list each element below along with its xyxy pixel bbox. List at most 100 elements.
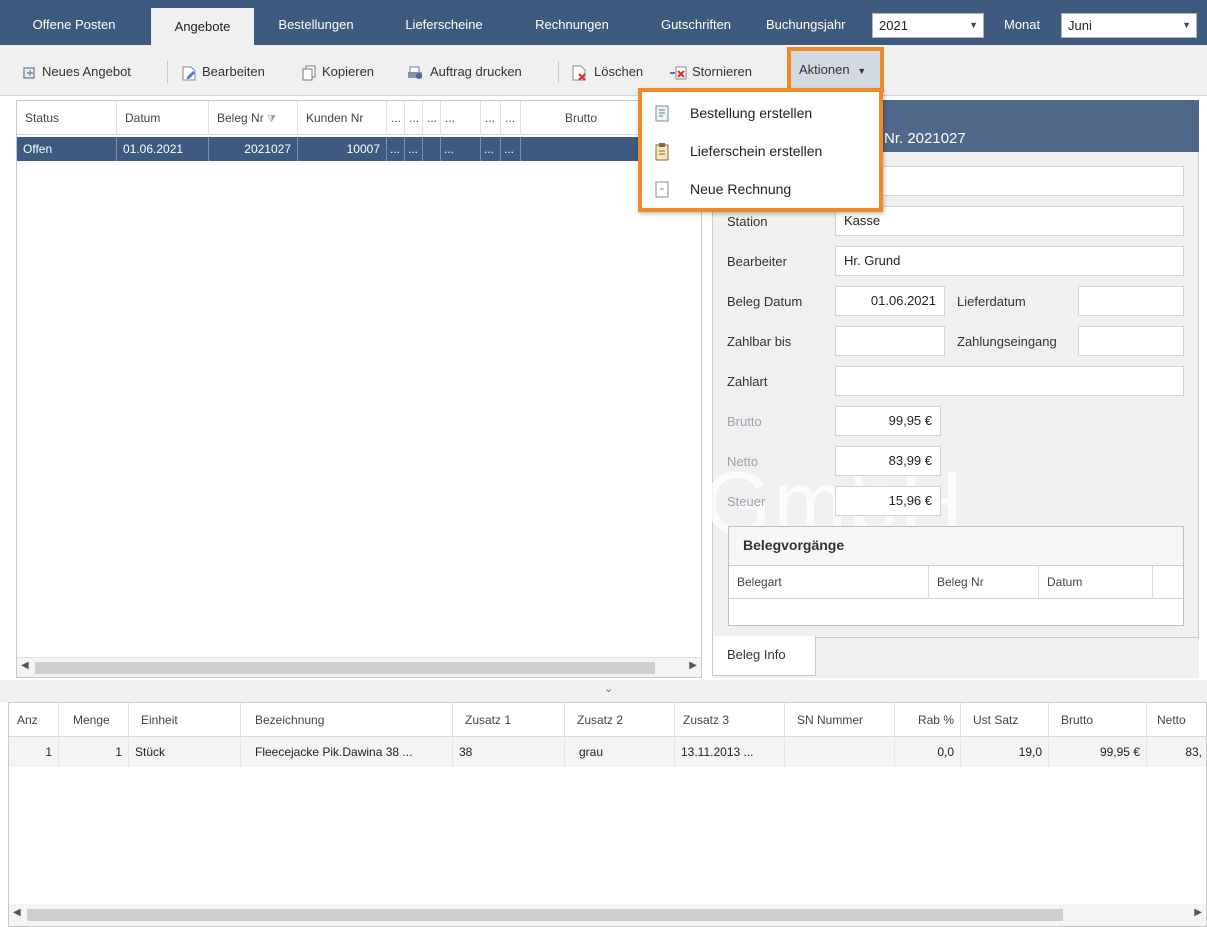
new-document-icon <box>23 66 35 79</box>
document-icon <box>655 105 669 122</box>
col-beleg-nr[interactable]: Beleg Nr ⧩ <box>209 101 298 135</box>
delete-button[interactable]: Löschen <box>570 59 643 85</box>
col-zusatz2[interactable]: Zusatz 2 <box>565 703 675 737</box>
col-beleg-nr[interactable]: Beleg Nr <box>929 566 1039 599</box>
col-hidden[interactable]: ... <box>423 101 441 135</box>
col-brutto[interactable]: Brutto <box>1049 703 1147 737</box>
brutto-label: Brutto <box>727 414 762 429</box>
menu-item-bestellung-erstellen[interactable]: Bestellung erstellen <box>642 94 879 132</box>
bearbeiter-field[interactable]: Hr. Grund <box>835 246 1184 276</box>
cell-hidden: ... <box>441 137 481 161</box>
table-row[interactable]: 1 1 Stück Fleecejacke Pik.Dawina 38 ... … <box>9 737 1206 767</box>
tab-bestellungen[interactable]: Bestellungen <box>266 10 366 40</box>
tab-gutschriften[interactable]: Gutschriften <box>644 10 748 40</box>
cell-ust-satz: 19,0 <box>961 737 1049 767</box>
cell-kunden-nr: 10007 <box>298 137 387 161</box>
cell-hidden: ... <box>405 137 423 161</box>
cell-beleg-nr: 2021027 <box>209 137 298 161</box>
cell-zusatz1: 38 <box>453 737 565 767</box>
zahlbar-bis-field[interactable] <box>835 326 945 356</box>
cell-zusatz3: 13.11.2013 ... <box>675 737 785 767</box>
cell-hidden: ... <box>481 137 501 161</box>
year-select[interactable]: 2021 ▼ <box>872 13 984 38</box>
edit-button[interactable]: Bearbeiten <box>180 59 265 85</box>
netto-label: Netto <box>727 454 759 469</box>
new-offer-button[interactable]: Neues Angebot <box>22 59 131 85</box>
actions-label: Aktionen <box>799 62 850 77</box>
horizontal-scrollbar[interactable]: ◀ ▶ <box>17 657 701 677</box>
netto-field: 83,99 € <box>835 446 941 476</box>
col-ust-satz[interactable]: Ust Satz <box>961 703 1049 737</box>
customer-field[interactable]: le <box>835 166 1184 196</box>
steuer-label: Steuer <box>727 494 766 509</box>
scroll-left-icon[interactable]: ◀ <box>21 660 29 671</box>
delete-label: Löschen <box>594 64 644 79</box>
table-row[interactable]: Offen 01.06.2021 2021027 10007 ... ... .… <box>17 137 701 161</box>
actions-dropdown-button[interactable]: Aktionen ▼ <box>787 47 884 92</box>
splitter[interactable]: ⌄ <box>0 680 1207 702</box>
cell-hidden <box>423 137 441 161</box>
details-title: Nr. 2021027 <box>884 130 966 147</box>
toolbar: Neues Angebot Bearbeiten Kopieren Auftra… <box>0 45 1207 96</box>
lieferdatum-field[interactable] <box>1078 286 1184 316</box>
cell-sn-nummer <box>785 737 895 767</box>
print-order-button[interactable]: Auftrag drucken <box>406 59 522 85</box>
col-hidden[interactable]: ... <box>441 101 481 135</box>
scroll-right-icon[interactable]: ▶ <box>1194 907 1202 918</box>
menu-item-label: Bestellung erstellen <box>690 105 813 121</box>
menu-item-neue-rechnung[interactable]: Neue Rechnung <box>642 170 879 208</box>
cancel-button[interactable]: Stornieren <box>668 59 752 85</box>
tab-beleg-info[interactable]: Beleg Info <box>712 636 816 676</box>
horizontal-scrollbar[interactable]: ◀ ▶ <box>9 904 1206 926</box>
cell-bezeichnung: Fleecejacke Pik.Dawina 38 ... <box>241 737 453 767</box>
zahlart-field[interactable] <box>835 366 1184 396</box>
tab-offene-posten[interactable]: Offene Posten <box>18 10 130 40</box>
scrollbar-thumb[interactable] <box>35 662 655 674</box>
month-select[interactable]: Juni ▼ <box>1061 13 1197 38</box>
col-kunden-nr[interactable]: Kunden Nr <box>298 101 387 135</box>
year-label: Buchungsjahr <box>766 17 846 32</box>
copy-button[interactable]: Kopieren <box>300 59 374 85</box>
positions-grid-header: Anz Menge Einheit Bezeichnung Zusatz 1 Z… <box>9 703 1206 737</box>
scroll-left-icon[interactable]: ◀ <box>13 907 21 918</box>
lieferdatum-label: Lieferdatum <box>957 294 1026 309</box>
scroll-right-icon[interactable]: ▶ <box>689 660 697 671</box>
month-value: Juni <box>1068 18 1092 33</box>
zahlungseingang-field[interactable] <box>1078 326 1184 356</box>
col-anz[interactable]: Anz <box>9 703 59 737</box>
col-zusatz1[interactable]: Zusatz 1 <box>453 703 565 737</box>
col-einheit[interactable]: Einheit <box>129 703 241 737</box>
col-menge[interactable]: Menge <box>59 703 129 737</box>
col-hidden[interactable]: ... <box>405 101 423 135</box>
print-icon <box>408 66 422 79</box>
col-netto[interactable]: Netto <box>1147 703 1207 737</box>
col-hidden[interactable]: ... <box>501 101 521 135</box>
col-zusatz3[interactable]: Zusatz 3 <box>675 703 785 737</box>
scrollbar-thumb[interactable] <box>27 909 1063 921</box>
tab-lieferscheine[interactable]: Lieferscheine <box>392 10 496 40</box>
cell-rab: 0,0 <box>895 737 961 767</box>
col-hidden[interactable]: ... <box>481 101 501 135</box>
col-belegart[interactable]: Belegart <box>729 566 929 599</box>
edit-icon <box>182 66 196 81</box>
col-bezeichnung[interactable]: Bezeichnung <box>241 703 453 737</box>
station-field[interactable]: Kasse <box>835 206 1184 236</box>
beleg-datum-field[interactable]: 01.06.2021 <box>835 286 945 316</box>
chevron-down-icon: ▼ <box>1182 20 1191 30</box>
col-hidden[interactable]: ... <box>387 101 405 135</box>
col-datum[interactable]: Datum <box>117 101 209 135</box>
module-tab-bar: Offene Posten Angebote Bestellungen Lief… <box>0 0 1207 45</box>
col-status[interactable]: Status <box>17 101 117 135</box>
menu-item-lieferschein-erstellen[interactable]: Lieferschein erstellen <box>642 132 879 170</box>
col-rab[interactable]: Rab % <box>895 703 961 737</box>
menu-item-label: Neue Rechnung <box>690 181 792 197</box>
cell-menge: 1 <box>59 737 129 767</box>
belegvorgaenge-header: Belegart Beleg Nr Datum <box>729 565 1183 599</box>
col-sn-nummer[interactable]: SN Nummer <box>785 703 895 737</box>
chevron-down-icon[interactable]: ⌄ <box>604 682 613 695</box>
col-datum[interactable]: Datum <box>1039 566 1153 599</box>
zahlbar-bis-label: Zahlbar bis <box>727 334 792 349</box>
copy-icon <box>302 65 316 81</box>
tab-angebote[interactable]: Angebote <box>151 8 254 45</box>
tab-rechnungen[interactable]: Rechnungen <box>522 10 622 40</box>
